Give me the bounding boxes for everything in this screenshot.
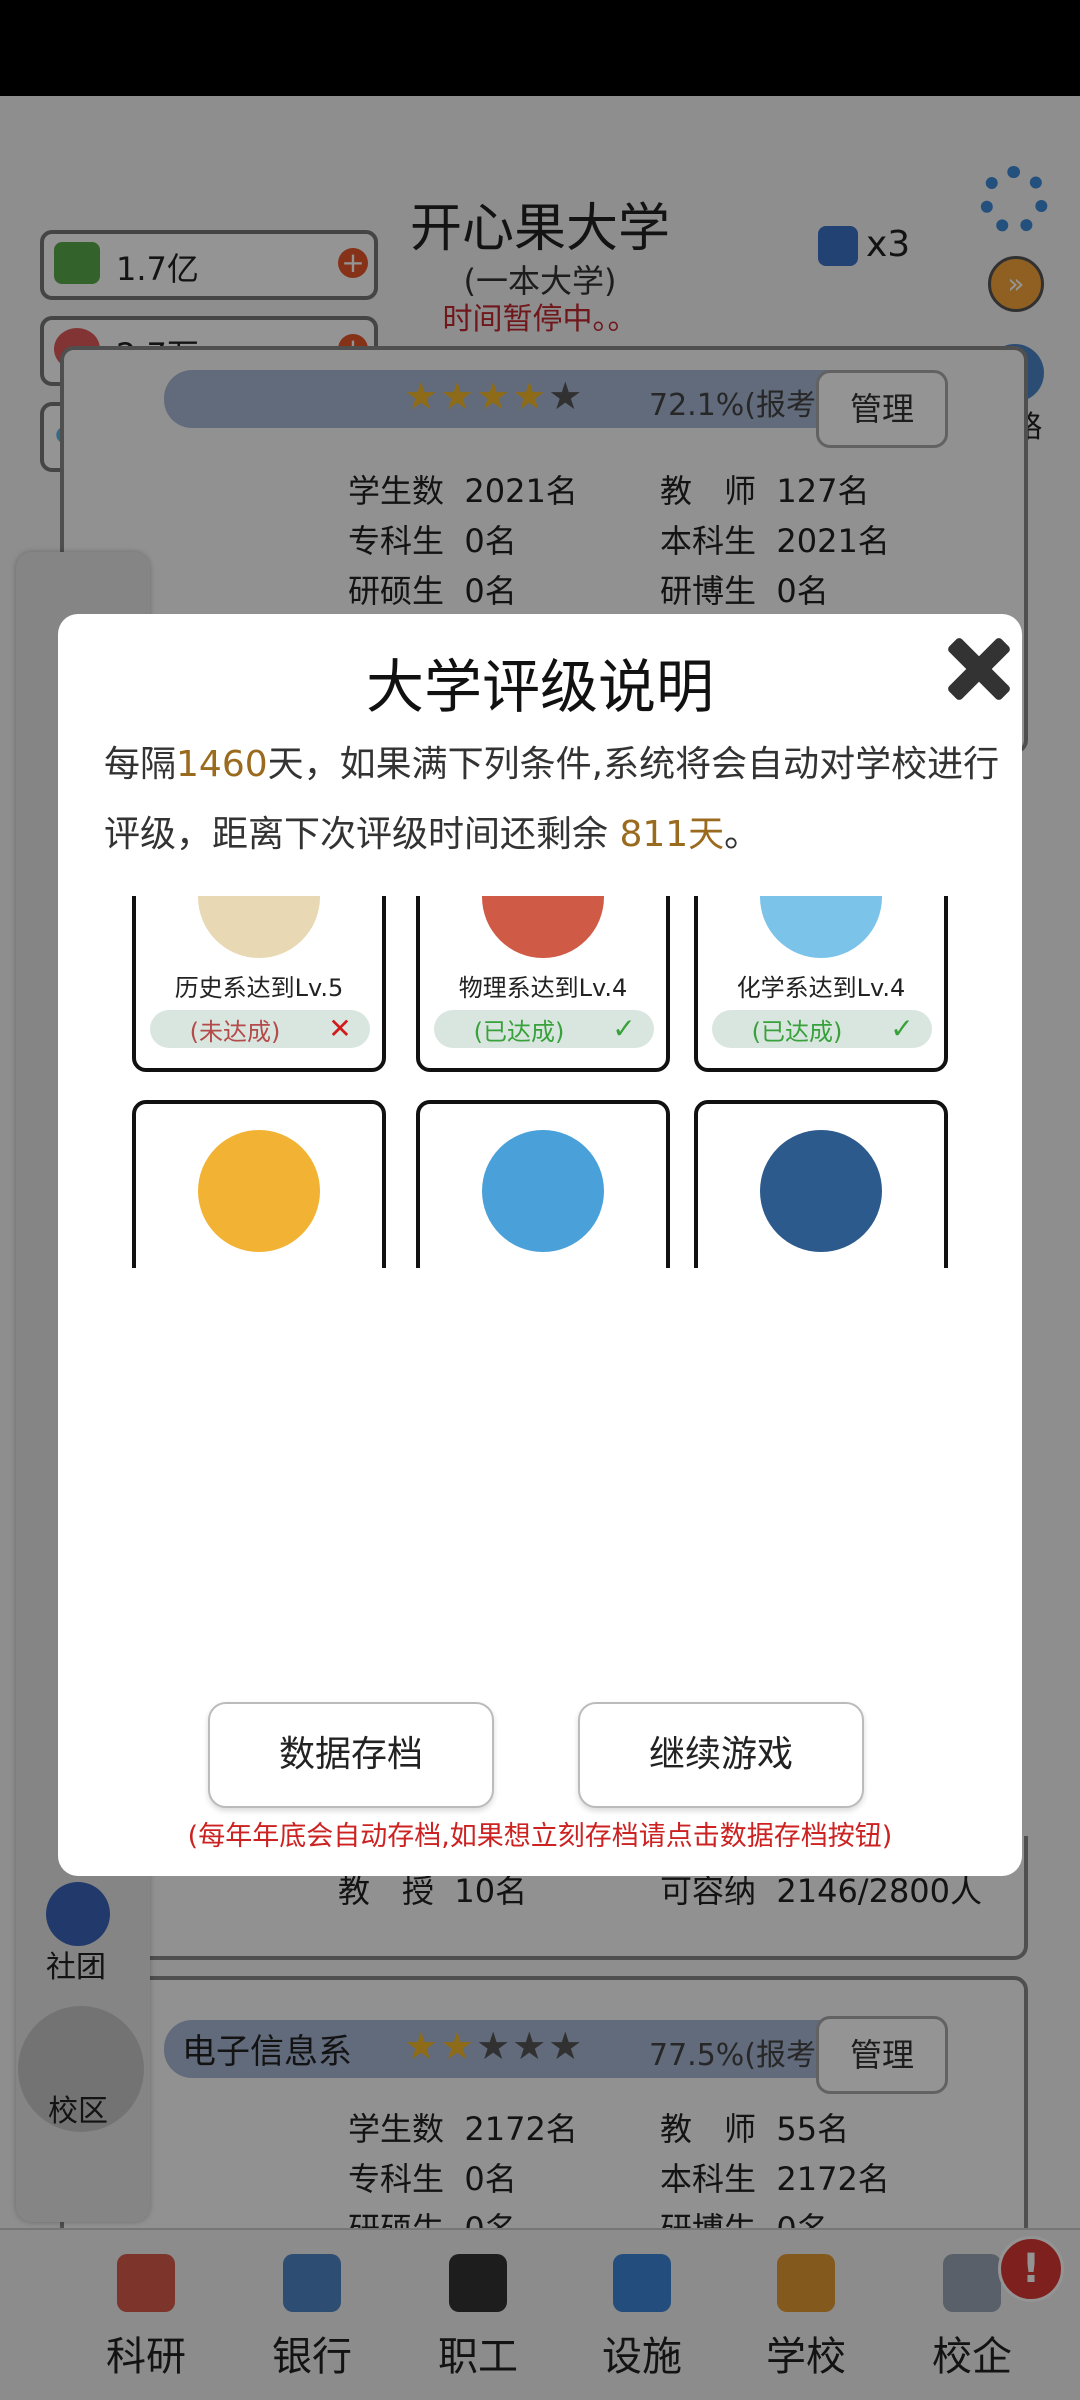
check-icon: ✓ xyxy=(612,1012,636,1045)
condition-card: 电子信息系达到Lv.3(未达成)✕ xyxy=(416,1100,670,1268)
condition-status: (未达成) xyxy=(189,1018,281,1046)
condition-status-badge: (未达成) ✕ xyxy=(150,1010,370,1048)
condition-label: 化学系达到Lv.4 xyxy=(736,974,906,1002)
condition-card: 化学系达到Lv.4 (已达成) ✓ xyxy=(694,896,948,1072)
interval-days: 1460 xyxy=(176,744,268,785)
conditions-grid: 历史系达到Lv.5 (未达成) ✕ 物理系达到Lv.4 (已达成) ✓ 化学系达到Lv.4 (… xyxy=(58,896,1022,1268)
condition-status: (已达成) xyxy=(473,1018,565,1046)
rating-modal: 大学评级说明 每隔1460天，如果满下列条件,系统将会自动对学校进行评级，距离下… xyxy=(58,614,1022,1876)
condition-card: 计算机系达到Lv.2(已达成)✓ xyxy=(694,1100,948,1268)
continue-game-button[interactable]: 继续游戏 xyxy=(578,1702,864,1808)
cross-icon: ✕ xyxy=(328,1012,352,1045)
physics-icon xyxy=(482,896,604,958)
monitor-icon xyxy=(760,1130,882,1252)
operator-icon xyxy=(482,1130,604,1252)
condition-label: 电子信息系达到Lv.3 xyxy=(420,1262,666,1268)
remaining-days: 811天 xyxy=(619,814,725,855)
condition-label: 机械系达到Lv.3 xyxy=(136,1262,382,1268)
condition-card: 物理系达到Lv.4 (已达成) ✓ xyxy=(416,896,670,1072)
close-icon[interactable] xyxy=(936,626,1022,712)
conditions-scroll-area[interactable]: 历史系达到Lv.5 (未达成) ✕ 物理系达到Lv.4 (已达成) ✓ 化学系达到Lv.4 (… xyxy=(58,896,1022,1268)
condition-status-badge: (已达成) ✓ xyxy=(712,1010,932,1048)
check-icon: ✓ xyxy=(890,1012,914,1045)
condition-label: 物理系达到Lv.4 xyxy=(458,974,628,1002)
rating-description: 每隔1460天，如果满下列条件,系统将会自动对学校进行评级，距离下次评级时间还剩… xyxy=(104,744,1000,855)
condition-card: 机械系达到Lv.3(已达成)✓ xyxy=(132,1100,386,1268)
condition-status-badge: (已达成) ✓ xyxy=(434,1010,654,1048)
save-data-button[interactable]: 数据存档 xyxy=(208,1702,494,1808)
save-note: (每年年底会自动存档,如果想立刻存档请点击数据存档按钮) xyxy=(187,1821,893,1852)
condition-label: 历史系达到Lv.5 xyxy=(174,974,344,1002)
modal-title: 大学评级说明 xyxy=(365,653,714,721)
condition-status: (已达成) xyxy=(751,1018,843,1046)
status-bar xyxy=(0,0,1080,96)
flask-icon xyxy=(760,896,882,958)
condition-card: 历史系达到Lv.5 (未达成) ✕ xyxy=(132,896,386,1072)
scroll-quill-icon xyxy=(198,896,320,958)
condition-label: 计算机系达到Lv.2 xyxy=(698,1262,944,1268)
gear-tools-icon xyxy=(198,1130,320,1252)
